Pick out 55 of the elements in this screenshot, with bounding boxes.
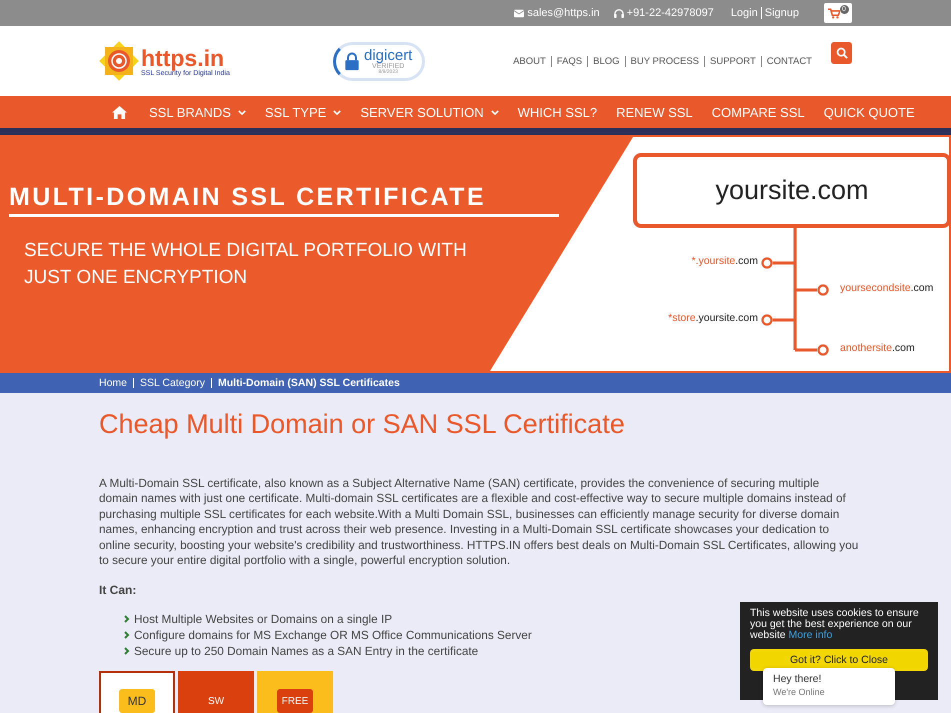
tile-badge: FREE: [277, 689, 313, 713]
logo-wordmark[interactable]: https.in: [141, 46, 230, 70]
chat-title: Hey there!: [773, 673, 822, 685]
nav-link[interactable]: WHICH SSL?: [518, 104, 598, 120]
chat-bubble[interactable]: Hey there! We're Online: [763, 668, 895, 705]
nav-link[interactable]: RENEW SSL: [616, 104, 693, 120]
nav-link[interactable]: COMPARE SSL: [712, 104, 805, 120]
header-link[interactable]: BUY PROCESS: [624, 56, 704, 66]
nav-link[interactable]: QUICK QUOTE: [824, 104, 915, 120]
tile-badge: MD: [119, 689, 155, 713]
home-icon[interactable]: [112, 106, 127, 118]
domain-label: *.yoursite.com: [691, 255, 758, 267]
caret-icon: [490, 110, 499, 114]
domain-label: *store.yoursite.com: [668, 312, 758, 324]
email-link[interactable]: sales@https.in: [514, 7, 600, 19]
header-link[interactable]: ABOUT: [508, 56, 551, 66]
nav-link[interactable]: SSL TYPE: [264, 104, 342, 120]
account-link[interactable]: Signup: [760, 7, 802, 19]
chat-status: We're Online: [773, 687, 826, 697]
seal-brand: digicert: [364, 48, 412, 62]
search-icon: [836, 47, 848, 59]
product-tile[interactable]: FREE: [257, 671, 333, 713]
nav-link[interactable]: SSL BRANDS: [149, 104, 246, 120]
page-heading: Cheap Multi Domain or SAN SSL Certificate: [99, 409, 626, 440]
headset-icon: [614, 8, 624, 18]
account-link[interactable]: Login: [728, 7, 761, 19]
more-info-link[interactable]: More info: [788, 629, 832, 641]
search-button[interactable]: [831, 42, 852, 64]
cart-icon: [828, 8, 840, 18]
main-domain-box: yoursite.com: [633, 153, 951, 228]
header-link[interactable]: CONTACT: [760, 56, 817, 66]
header-link[interactable]: FAQS: [550, 56, 588, 66]
padlock-icon: [344, 52, 360, 70]
domain-label: anothersite.com: [840, 342, 915, 354]
feature-item: Secure up to 250 Domain Names as a SAN Entry in the certificate: [134, 644, 478, 658]
envelope-icon: [514, 8, 524, 18]
domain-label: yoursecondsite.com: [840, 282, 934, 294]
cookie-message: This website uses cookies to ensure you get the best experience on our website More info: [750, 608, 920, 641]
list-title: It Can:: [99, 583, 138, 598]
intro-paragraph: A Multi-Domain SSL certificate, also known as a Subject Alternative Name (SAN) certificate, provides the convenience of securing multiple domain names with just one certificate. Multi-domain SSL certificates are a flexible and cost-effective way to secure multiple domains instead of purchasing multiple SSL certificates for each website.With a Multi Domain SSL, businesses can efficiently manage security for diverse domain names, enhancing encryption and trust across their web presence. Investing in a Multi-Domain SSL certificate showcases your dedication to online security, boosting your website's credibility and trustworthiness. HTTPS.IN offers best deals on Multi-Domain SSL Certificates, allowing you to secure your entire digital portfolio with a single, powerful encryption solution.: [99, 476, 859, 568]
caret-icon: [238, 110, 246, 114]
feature-item: Host Multiple Websites or Domains on a single IP: [134, 612, 392, 626]
caret-icon: [333, 110, 342, 114]
banner-title: MULTI-DOMAIN SSL CERTIFICATE: [9, 183, 559, 217]
breadcrumb-link[interactable]: Home: [99, 377, 128, 389]
breadcrumb-link[interactable]: SSL Category: [133, 378, 205, 388]
header-link[interactable]: BLOG: [587, 56, 625, 66]
nav-link[interactable]: SERVER SOLUTION: [360, 104, 499, 120]
close-cookie-button[interactable]: Got it? Click to Close: [750, 649, 928, 671]
banner-subtitle: SECURE THE WHOLE DIGITAL PORTFOLIO WITH JUST ONE ENCRYPTION: [24, 239, 468, 290]
header-link[interactable]: SUPPORT: [704, 56, 761, 66]
product-tile[interactable]: SW: [178, 671, 254, 713]
phone-number: +91-22-42978097: [614, 7, 714, 19]
feature-item: Configure domains for MS Exchange OR MS Office Communications Server: [134, 628, 532, 642]
product-tile[interactable]: MD: [99, 671, 175, 713]
